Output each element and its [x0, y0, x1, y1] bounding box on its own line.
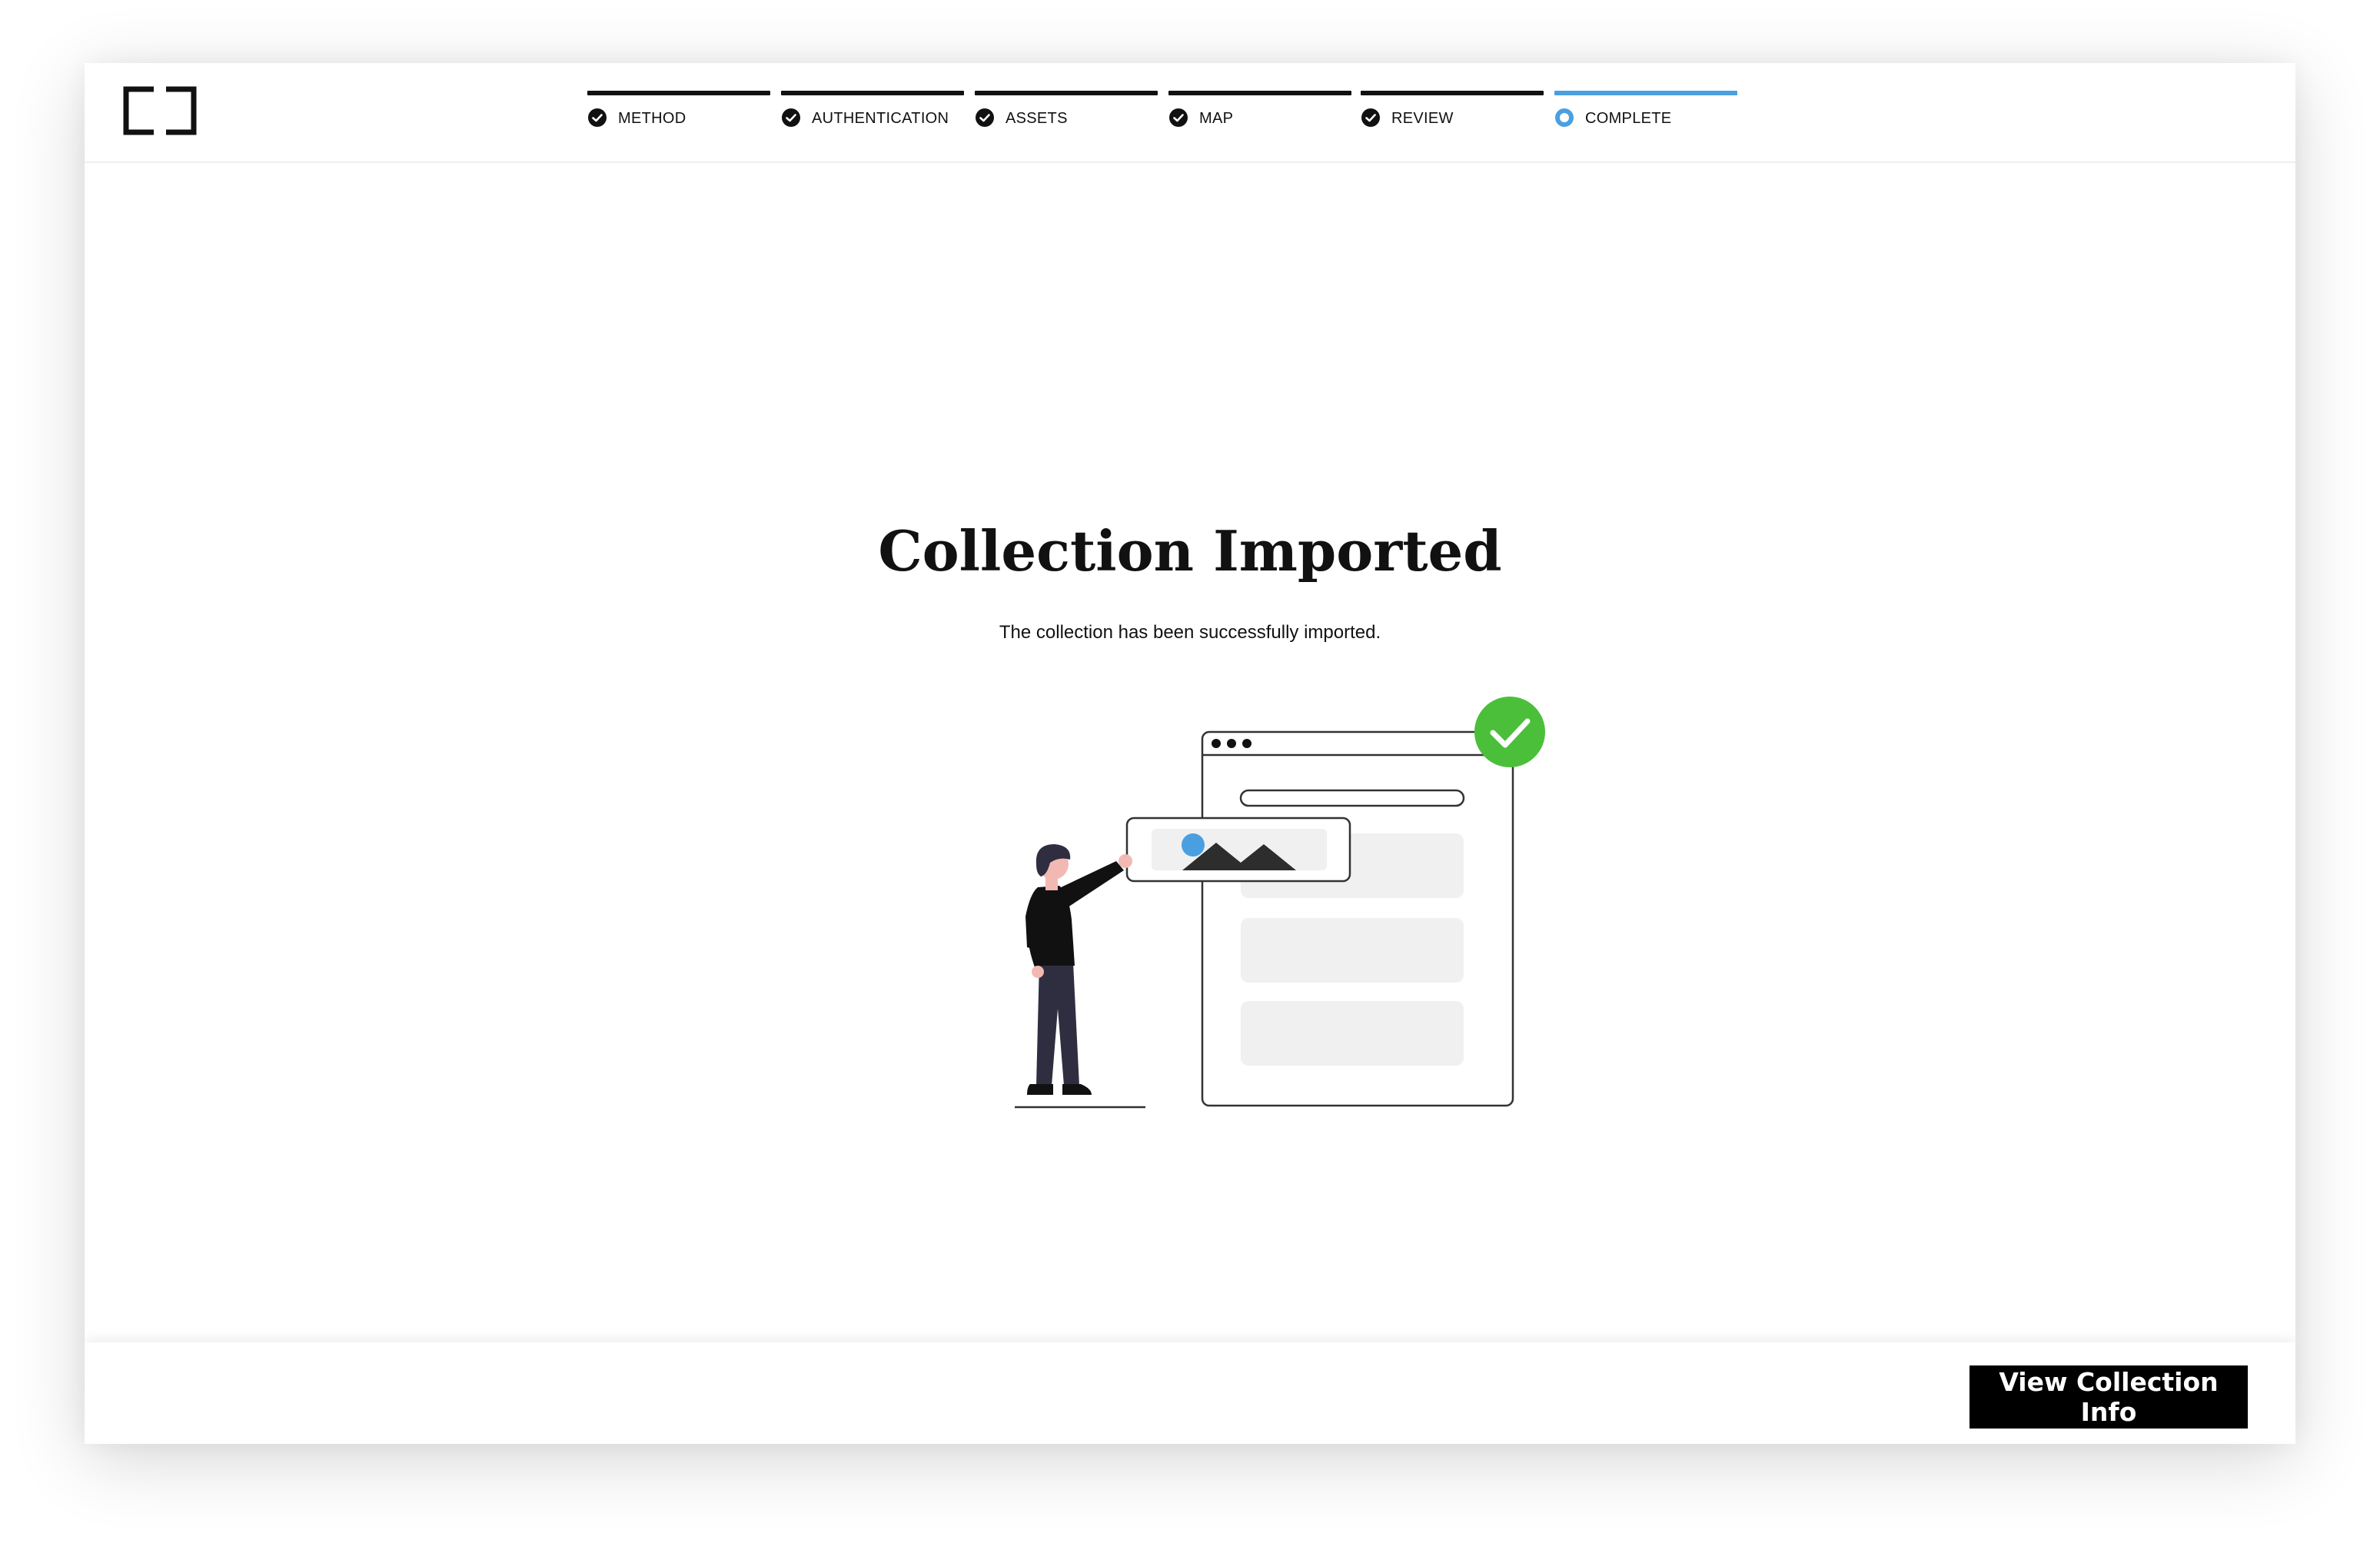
page-title: Collection Imported: [878, 518, 1502, 584]
step-review[interactable]: REVIEW: [1361, 91, 1544, 145]
check-circle-icon: [1169, 108, 1188, 127]
browser-window-graphic: [1201, 730, 1514, 1107]
step-label: METHOD: [618, 110, 686, 127]
step-progress-bar: [1168, 91, 1351, 95]
check-circle-icon: [976, 108, 994, 127]
step-progress-bar: [1554, 91, 1737, 95]
step-progress-bar: [781, 91, 964, 95]
image-card-icon: [1125, 817, 1351, 883]
step-progress-bar: [587, 91, 770, 95]
step-label: AUTHENTICATION: [812, 110, 949, 127]
step-authentication[interactable]: AUTHENTICATION: [781, 91, 964, 145]
step-map[interactable]: MAP: [1168, 91, 1351, 145]
step-label: MAP: [1199, 110, 1234, 127]
step-progress-bar: [1361, 91, 1544, 95]
main-content: Collection Imported The collection has b…: [85, 163, 2295, 1401]
step-assets[interactable]: ASSETS: [975, 91, 1158, 145]
step-label: COMPLETE: [1585, 110, 1672, 127]
wizard-footer: View Collection Info: [85, 1342, 2295, 1444]
step-label: REVIEW: [1391, 110, 1454, 127]
progress-stepper: METHOD AUTHENTICATION ASSETS MAP REVIEW …: [587, 91, 1740, 145]
page-subtitle: The collection has been successfully imp…: [999, 622, 1381, 643]
success-check-icon: [1474, 697, 1545, 767]
check-circle-icon: [782, 108, 800, 127]
wizard-header: METHOD AUTHENTICATION ASSETS MAP REVIEW …: [85, 63, 2295, 163]
import-wizard-window: METHOD AUTHENTICATION ASSETS MAP REVIEW …: [85, 63, 2295, 1444]
step-progress-bar: [975, 91, 1158, 95]
import-success-illustration: [1015, 697, 1545, 1109]
person-figure: [1015, 844, 1145, 1109]
step-label: ASSETS: [1006, 110, 1068, 127]
ring-circle-icon: [1555, 108, 1574, 127]
step-complete[interactable]: COMPLETE: [1554, 91, 1737, 145]
check-circle-icon: [588, 108, 607, 127]
step-method[interactable]: METHOD: [587, 91, 770, 145]
check-circle-icon: [1361, 108, 1380, 127]
view-collection-info-button[interactable]: View Collection Info: [1969, 1365, 2248, 1429]
bracket-logo-icon[interactable]: [123, 86, 197, 135]
